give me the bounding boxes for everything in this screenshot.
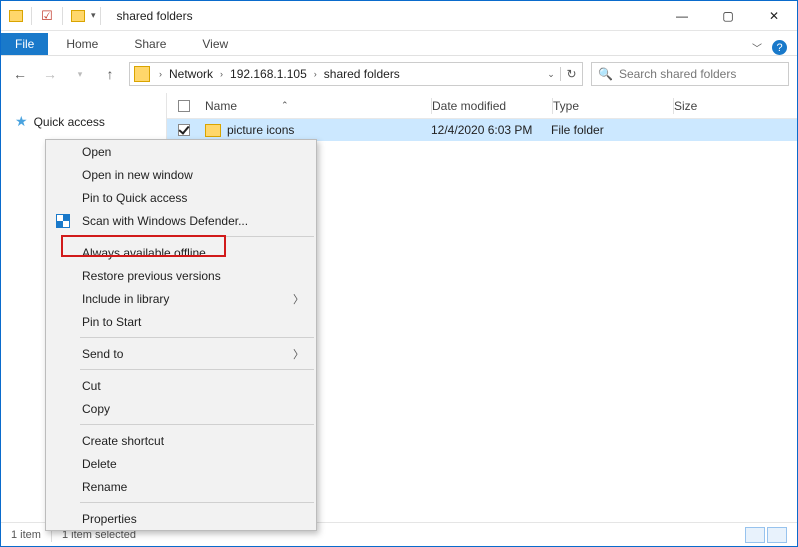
up-button[interactable]: ↑: [99, 63, 121, 85]
details-view-button[interactable]: [745, 527, 765, 543]
tab-view[interactable]: View: [184, 33, 246, 55]
chevron-right-icon[interactable]: ›: [217, 69, 226, 79]
search-icon: 🔍: [598, 67, 613, 81]
row-type: File folder: [551, 123, 671, 137]
sidebar-item-label: Quick access: [34, 115, 105, 129]
separator: [62, 7, 63, 25]
help-icon[interactable]: ?: [772, 40, 787, 55]
star-icon: ★: [15, 113, 28, 130]
row-name: picture icons: [227, 123, 294, 137]
column-header-name[interactable]: Name ⌃: [201, 99, 431, 113]
ctx-pin-start[interactable]: Pin to Start: [46, 310, 316, 333]
context-menu: Open Open in new window Pin to Quick acc…: [45, 139, 317, 531]
minimize-button[interactable]: —: [659, 1, 705, 31]
folder-icon: [5, 5, 27, 27]
row-checkbox[interactable]: [167, 124, 201, 136]
sort-indicator-icon: ⌃: [281, 100, 289, 111]
breadcrumb-segment[interactable]: 192.168.1.105: [226, 67, 311, 81]
ctx-always-available-offline[interactable]: Always available offline: [46, 241, 316, 264]
refresh-button[interactable]: ↻: [560, 67, 582, 81]
ctx-copy[interactable]: Copy: [46, 397, 316, 420]
chevron-right-icon: 〉: [293, 346, 304, 362]
defender-shield-icon: [55, 213, 71, 229]
ctx-create-shortcut[interactable]: Create shortcut: [46, 429, 316, 452]
file-tab[interactable]: File: [1, 33, 48, 55]
row-date: 12/4/2020 6:03 PM: [431, 123, 551, 137]
chevron-right-icon[interactable]: ›: [156, 69, 165, 79]
separator: [31, 7, 32, 25]
column-header-size[interactable]: Size: [674, 99, 797, 113]
breadcrumb[interactable]: › Network › 192.168.1.105 › shared folde…: [129, 62, 583, 86]
separator: [80, 236, 314, 237]
sidebar-item-quick-access[interactable]: ★ Quick access: [1, 111, 166, 132]
close-button[interactable]: ✕: [751, 1, 797, 31]
ctx-open[interactable]: Open: [46, 140, 316, 163]
ctx-rename[interactable]: Rename: [46, 475, 316, 498]
separator: [100, 7, 101, 25]
ctx-properties[interactable]: Properties: [46, 507, 316, 530]
tab-share[interactable]: Share: [116, 33, 184, 55]
address-dropdown-icon[interactable]: ⌄: [542, 69, 560, 80]
maximize-button[interactable]: ▢: [705, 1, 751, 31]
recent-locations-dropdown[interactable]: ▾: [69, 63, 91, 85]
ctx-include-library[interactable]: Include in library〉: [46, 287, 316, 310]
tab-home[interactable]: Home: [48, 33, 116, 55]
breadcrumb-segment[interactable]: Network: [165, 67, 217, 81]
back-button[interactable]: ←: [9, 63, 31, 85]
column-header-date[interactable]: Date modified: [432, 99, 552, 113]
ribbon-collapse-icon[interactable]: ﹀: [752, 40, 762, 55]
quick-access-toolbar: ☑ ▾: [1, 5, 105, 27]
window-title: shared folders: [117, 9, 193, 23]
folder-icon: [134, 66, 150, 82]
column-headers: Name ⌃ Date modified Type Size: [167, 93, 797, 119]
breadcrumb-segment[interactable]: shared folders: [320, 67, 404, 81]
search-input[interactable]: 🔍 Search shared folders: [591, 62, 789, 86]
ctx-restore-previous[interactable]: Restore previous versions: [46, 264, 316, 287]
ctx-pin-quick-access[interactable]: Pin to Quick access: [46, 186, 316, 209]
ctx-delete[interactable]: Delete: [46, 452, 316, 475]
title-bar: ☑ ▾ shared folders — ▢ ✕: [1, 1, 797, 31]
address-bar-row: ← → ▾ ↑ › Network › 192.168.1.105 › shar…: [1, 56, 797, 92]
separator: [80, 502, 314, 503]
forward-button[interactable]: →: [39, 63, 61, 85]
qat-dropdown-icon[interactable]: ▾: [91, 10, 96, 21]
window-buttons: — ▢ ✕: [659, 1, 797, 31]
properties-qat-button[interactable]: ☑: [36, 5, 58, 27]
folder-icon: [205, 124, 221, 137]
search-placeholder: Search shared folders: [619, 67, 736, 81]
ctx-scan-defender[interactable]: Scan with Windows Defender...: [46, 209, 316, 232]
new-folder-qat-button[interactable]: [67, 5, 89, 27]
ctx-send-to[interactable]: Send to〉: [46, 342, 316, 365]
ribbon-tabs: File Home Share View ﹀ ?: [1, 31, 797, 55]
select-all-checkbox[interactable]: [167, 100, 201, 112]
chevron-right-icon: 〉: [293, 291, 304, 307]
table-row[interactable]: picture icons 12/4/2020 6:03 PM File fol…: [167, 119, 797, 141]
separator: [80, 424, 314, 425]
column-header-type[interactable]: Type: [553, 99, 673, 113]
ctx-open-new-window[interactable]: Open in new window: [46, 163, 316, 186]
chevron-right-icon[interactable]: ›: [311, 69, 320, 79]
thumbnails-view-button[interactable]: [767, 527, 787, 543]
separator: [80, 337, 314, 338]
status-item-count: 1 item: [11, 529, 41, 541]
ctx-cut[interactable]: Cut: [46, 374, 316, 397]
separator: [80, 369, 314, 370]
view-toggle: [745, 527, 787, 543]
